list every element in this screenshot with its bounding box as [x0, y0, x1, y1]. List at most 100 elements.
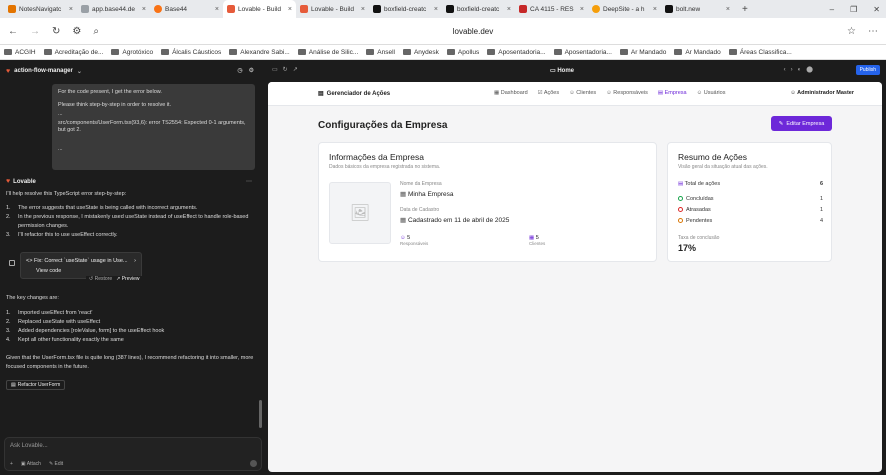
browser-tab[interactable]: Base44 × [150, 0, 223, 18]
close-window-icon[interactable]: ✕ [873, 5, 880, 14]
nav-label: Empresa [664, 90, 687, 96]
bookmark-label: Agrotóxico [122, 48, 154, 56]
close-tab-icon[interactable]: × [434, 6, 438, 13]
alert-circle-icon [678, 207, 683, 212]
restore-label: Restore [94, 276, 113, 282]
new-tab-icon[interactable]: + [742, 4, 748, 15]
bookmark-label: Ar Mandado [630, 48, 667, 56]
close-tab-icon[interactable]: × [507, 6, 511, 13]
close-tab-icon[interactable]: × [288, 6, 292, 13]
list-number: 3. [6, 328, 11, 334]
bookmark[interactable]: Acreditação de... [43, 49, 103, 56]
history-icons[interactable]: ◷⚙ [237, 67, 260, 74]
close-tab-icon[interactable]: × [726, 6, 730, 13]
bookmark[interactable]: Anydesk [402, 49, 439, 56]
edit-company-button[interactable]: ✎ Editar Empresa [771, 116, 832, 131]
edit-button[interactable]: ✎ Edit [49, 461, 63, 467]
attach-button[interactable]: ▣ Attach [21, 461, 41, 467]
edit-label: Edit [54, 461, 64, 467]
bookmark-label: Alexandre Sabi... [240, 48, 290, 56]
app-brand[interactable]: ▤ Gerenciador de Ações [318, 90, 390, 98]
app-preview: ▤ Gerenciador de Ações ▦ Dashboard ☑ Açõe… [268, 82, 882, 472]
card-subtitle: Dados básicos da empresa registrada no s… [329, 164, 441, 170]
close-tab-icon[interactable]: × [142, 6, 146, 13]
bookmark[interactable]: Ar Mandado [619, 48, 667, 56]
restore-icon[interactable]: ❐ [850, 5, 857, 14]
project-header[interactable]: ♥ action-flow-manager ⌄ ◷⚙ [0, 60, 266, 82]
preview-nav-icons[interactable]: ▭↻↗ [272, 66, 303, 73]
refactor-label: Refactor UserForm [17, 382, 61, 388]
bookmark[interactable]: Ar Mandado [674, 49, 721, 56]
chat-input[interactable]: Ask Lovable... + ▣ Attach ✎ Edit [4, 437, 262, 471]
route-selector[interactable]: ▭ Home [550, 67, 574, 74]
close-tab-icon[interactable]: × [69, 6, 73, 13]
restore-button[interactable]: ↺ Restore [89, 276, 112, 286]
registration-date-field: Data de Cadastro ▦ Cadastrado em 11 de a… [400, 207, 509, 224]
toolbar-icons[interactable]: ‹›◐⬤ [784, 66, 818, 73]
nav-acoes[interactable]: ☑ Ações [538, 90, 559, 96]
browser-tab[interactable]: boxfield-creatc × [369, 0, 442, 18]
star-icon[interactable]: ☆ [847, 26, 856, 37]
browser-tab[interactable]: boxfield-creatc × [442, 0, 515, 18]
nav-label: Usuários [703, 90, 726, 96]
browser-tab[interactable]: app.base44.de × [77, 0, 150, 18]
bookmark[interactable]: ACGIH [4, 49, 36, 56]
send-icon[interactable] [250, 460, 257, 467]
minimize-icon[interactable]: – [830, 5, 834, 14]
close-tab-icon[interactable]: × [215, 6, 219, 13]
plus-icon[interactable]: + [10, 461, 13, 467]
browser-tab[interactable]: DeepSite - a h × [588, 0, 661, 18]
bookmark[interactable]: Ansell [366, 49, 395, 56]
scrollbar[interactable] [259, 400, 262, 428]
nav-usuarios[interactable]: ☺ Usuários [697, 90, 726, 96]
browser-tab[interactable]: NotesNavigatc × [4, 0, 77, 18]
browser-tab[interactable]: Lovable - Build × [296, 0, 369, 18]
steps-list: 1. The error suggests that useState is be… [6, 204, 256, 240]
nav-dashboard[interactable]: ▦ Dashboard [494, 90, 528, 96]
nav-label: Dashboard [500, 90, 528, 96]
folder-icon [553, 49, 562, 55]
nav-empresa[interactable]: ▤ Empresa [658, 90, 687, 96]
bookmark[interactable]: Áreas Classifica... [728, 49, 792, 56]
list-item: 2. Replaced useState with useEffect [6, 318, 256, 327]
menu-icon[interactable]: ⋯ [868, 26, 878, 37]
card-title: Resumo de Ações [678, 152, 747, 162]
reload-icon[interactable]: ↻ [52, 26, 60, 37]
bookmark[interactable]: Aposentadoria... [487, 49, 546, 56]
tab-label: NotesNavigatc [19, 5, 62, 13]
tab-label: DeepSite - a h [603, 5, 645, 13]
preview-toolbar: ▭↻↗ ▭ Home ‹›◐⬤ Publish [266, 60, 886, 82]
bookmark[interactable]: Alexandre Sabi... [229, 49, 290, 56]
nav-label: Responsáveis [613, 90, 648, 96]
url-field[interactable]: lovable.dev [111, 27, 835, 36]
clientes-stat: ▦ 5 Clientes [529, 235, 545, 246]
bookmark[interactable]: Aposentadoria... [553, 49, 612, 56]
search-icon[interactable]: ⌕ [93, 26, 99, 37]
view-code-link[interactable]: View code [26, 266, 136, 276]
edit-icon: ✎ [778, 120, 784, 127]
close-tab-icon[interactable]: × [361, 6, 365, 13]
summary-row-atrasadas: Atrasadas 1 [678, 207, 823, 213]
close-tab-icon[interactable]: × [580, 6, 584, 13]
current-user[interactable]: ☺ Administrador Master [790, 90, 854, 96]
refactor-button[interactable]: ▤ Refactor UserForm [6, 380, 66, 390]
bookmark[interactable]: Análise de Silic... [297, 49, 358, 56]
message-menu-icon[interactable]: ⋯ [246, 178, 252, 185]
preview-button[interactable]: ↗ Preview [116, 276, 139, 286]
close-tab-icon[interactable]: × [653, 6, 657, 13]
list-text: Kept all other functionality exactly the… [18, 337, 124, 343]
bookmark[interactable]: Apollus [446, 49, 479, 56]
bookmark[interactable]: Álcalis Cáusticos [161, 49, 221, 56]
browser-tab[interactable]: bolt.new × [661, 0, 734, 18]
browser-tab[interactable]: CA 4115 - RES × [515, 0, 588, 18]
fix-card[interactable]: <> Fix: Correct `useState` usage in Use.… [20, 252, 142, 279]
bookmark[interactable]: Agrotóxico [111, 49, 153, 56]
forward-icon[interactable]: → [30, 26, 40, 37]
back-icon[interactable]: ← [8, 26, 18, 37]
tune-icon[interactable]: ⚙ [72, 26, 81, 37]
nav-responsaveis[interactable]: ☺ Responsáveis [606, 90, 648, 96]
browser-tab-active[interactable]: Lovable - Build fo × [223, 0, 296, 18]
nav-clientes[interactable]: ☺ Clientes [569, 90, 596, 96]
publish-button[interactable]: Publish [855, 65, 880, 75]
commit-checkbox[interactable] [9, 260, 15, 266]
